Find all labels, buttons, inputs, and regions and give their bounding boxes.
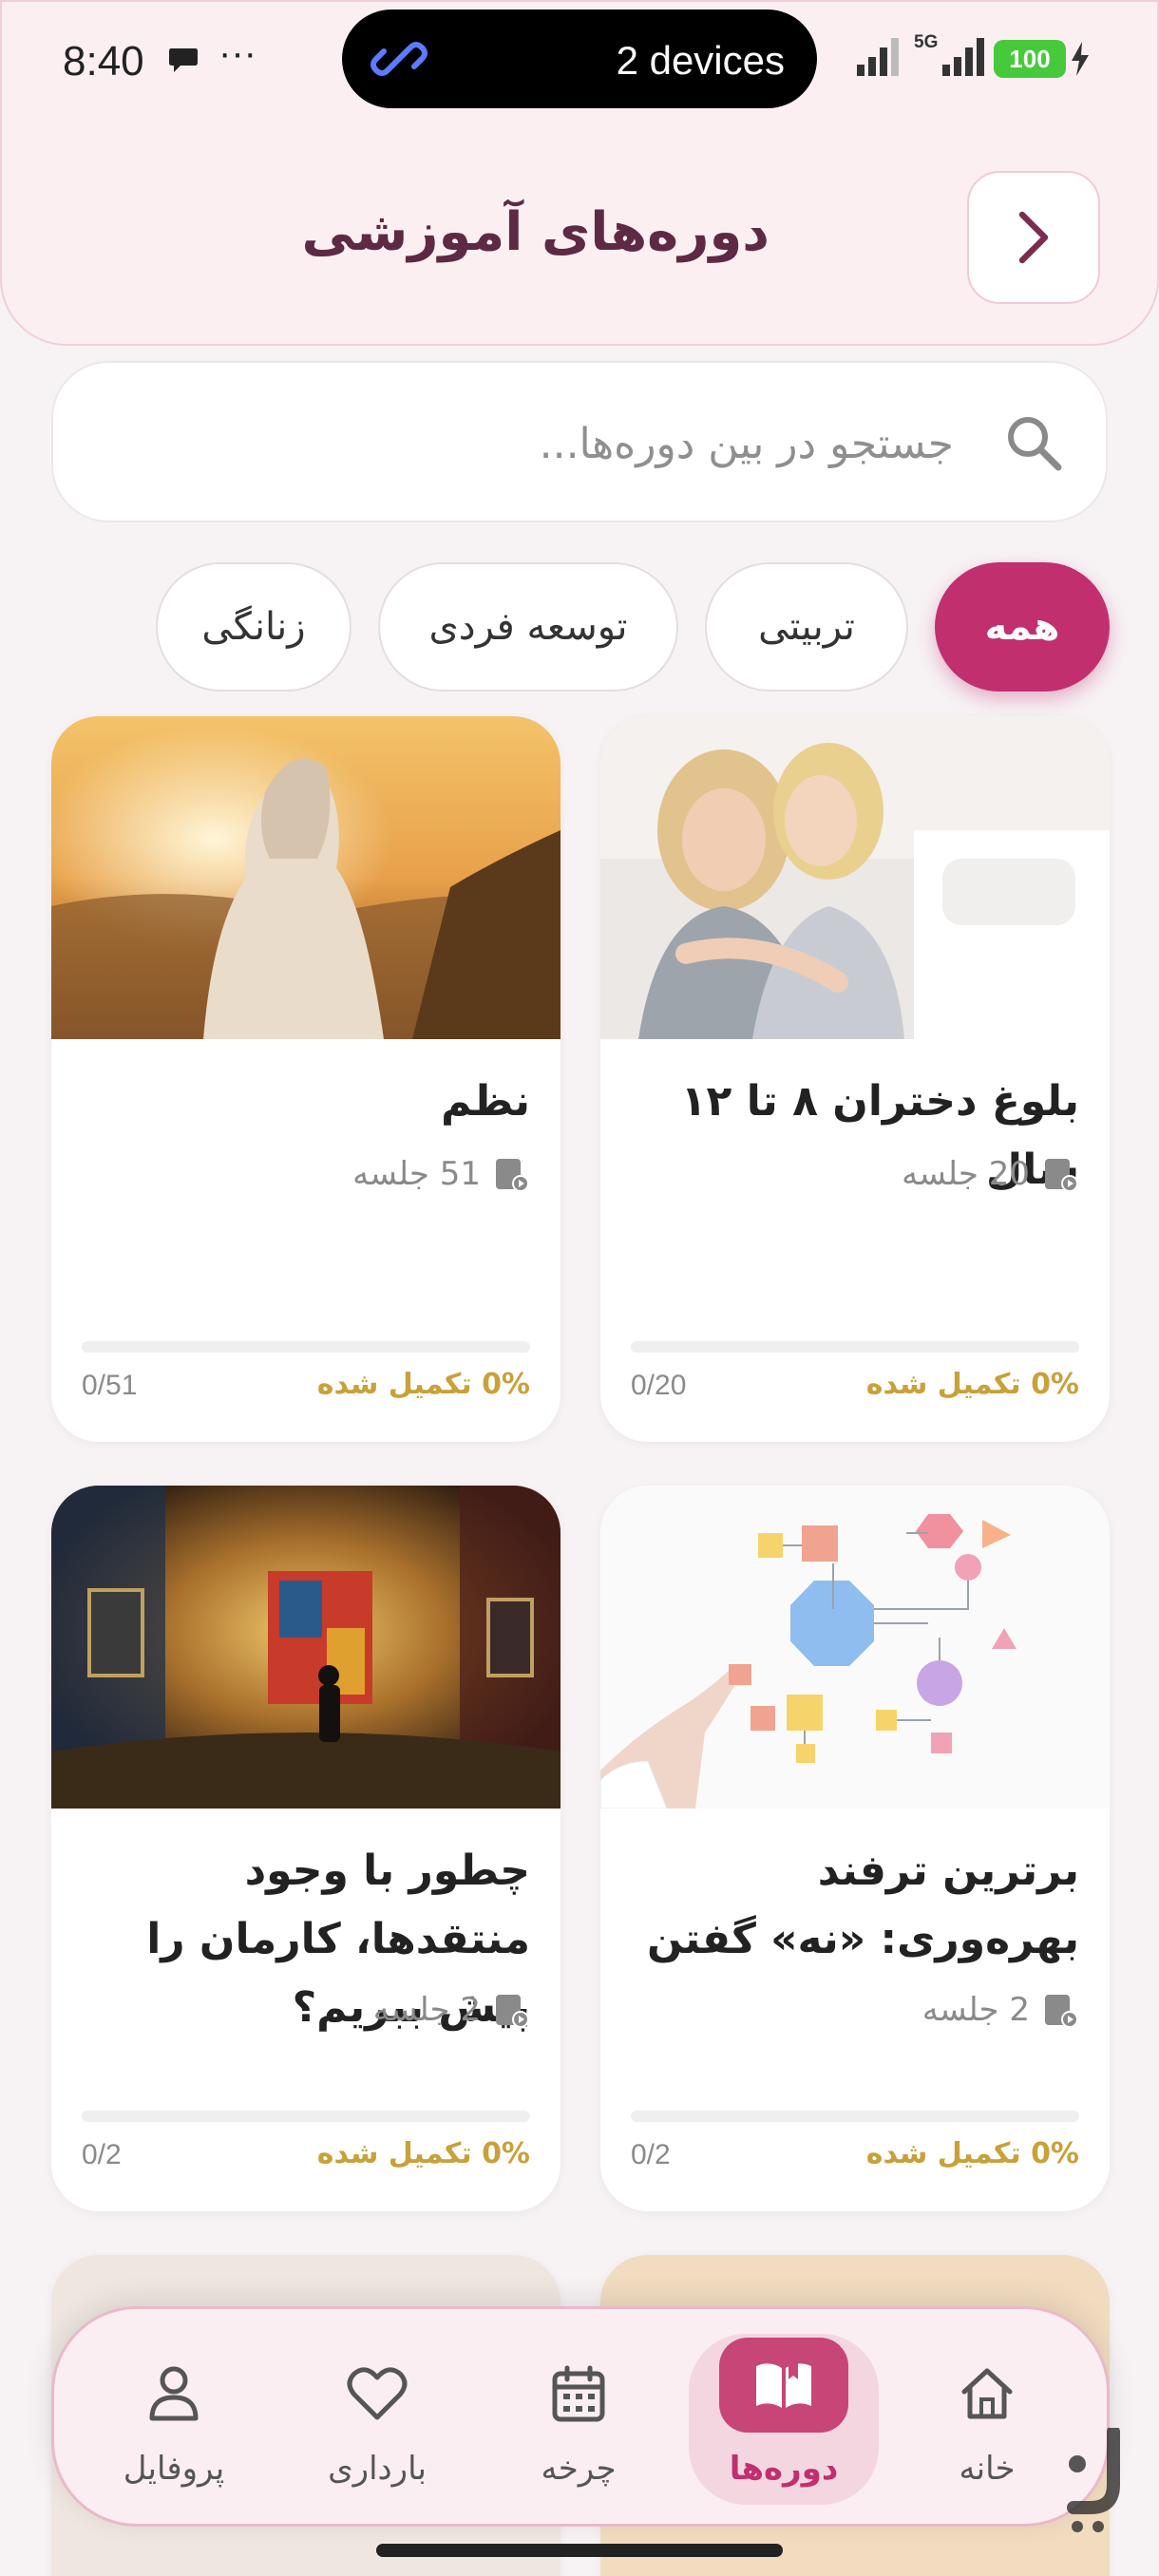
course-card[interactable]: نظم 51 جلسه 0% تکمیل شده 0/51 [51,716,560,1442]
device-pill[interactable]: 2 devices [342,9,817,108]
link-icon [370,42,428,76]
course-card[interactable]: چطور با وجود منتقدها، کارمان را پیش ببری… [51,1486,560,2211]
course-title: نظم [441,1077,530,1126]
nav-home[interactable]: خانه [892,2309,1082,2529]
course-thumbnail [600,716,1110,1039]
video-icon [496,1995,529,2028]
bottom-navigation: خانه دوره‌ها چرخه [51,2306,1110,2527]
status-time: 8:40 [63,38,144,85]
progress-bar [631,2111,1079,2122]
course-thumbnail [600,1486,1110,1809]
store-watermark-icon [1067,2428,1120,2532]
session-count-label: 2 جلسه [922,1991,1030,2029]
completion-label: 0% تکمیل شده [316,2137,530,2170]
completion-count: 0/2 [82,2139,122,2170]
search-bar[interactable] [51,361,1108,522]
nav-home-label: خانه [959,2450,1016,2488]
network-type: 5G [914,32,939,52]
session-count: 20 جلسه [902,1155,1079,1193]
chevron-right-icon [1018,211,1049,264]
signal-icon [857,38,899,76]
nav-pregnancy-label: بارداری [328,2450,427,2488]
chip-femininity[interactable]: زنانگی [156,562,352,691]
completion-count: 0/51 [82,1370,138,1401]
nav-courses-label: دوره‌ها [729,2450,839,2488]
search-input[interactable] [213,401,954,486]
session-count: 2 جلسه [922,1991,1079,2029]
session-count-label: 2 جلسه [372,1991,481,2029]
home-indicator[interactable] [376,2544,783,2557]
nav-profile-label: پروفایل [123,2450,225,2488]
progress-bar [631,1341,1079,1353]
heart-icon [347,2367,408,2420]
course-card[interactable]: برترین ترفند بهره‌وری: «نه» گفتن 2 جلسه … [600,1486,1110,2211]
chip-parenting[interactable]: تربیتی [705,562,908,691]
course-title: برترین ترفند بهره‌وری: «نه» گفتن [646,1847,1079,1963]
progress-bar [82,1341,530,1353]
chip-personal-growth[interactable]: توسعه فردی [378,562,678,691]
back-button[interactable] [967,171,1100,304]
nav-courses[interactable]: دوره‌ها [675,2309,892,2529]
course-thumbnail [51,1486,560,1809]
status-bar: 8:40 ··· 2 devices 5G 100 [0,0,1159,123]
calendar-icon [552,2365,605,2422]
session-count-label: 20 جلسه [902,1155,1030,1193]
user-icon [149,2366,199,2421]
home-icon [961,2368,1013,2419]
charging-icon [1072,42,1089,76]
signal-5g-icon [942,38,984,76]
device-count: 2 devices [616,38,785,83]
completion-label: 0% تکمیل شده [865,2137,1079,2170]
nav-cycle-label: چرخه [541,2450,617,2488]
course-card[interactable]: بلوغ دختران ۸ تا ۱۲ سال 20 جلسه 0% تکمیل… [600,716,1110,1442]
completion-count: 0/2 [631,2139,671,2170]
nav-profile[interactable]: پروفایل [79,2309,269,2529]
session-count-label: 51 جلسه [352,1155,481,1193]
completion-label: 0% تکمیل شده [316,1368,530,1401]
search-icon [1008,417,1062,471]
video-icon [1045,1995,1078,2028]
completion-count: 0/20 [631,1370,687,1401]
session-count: 2 جلسه [373,1991,530,2029]
progress-bar [82,2111,530,2122]
message-icon [169,48,198,72]
session-count: 51 جلسه [352,1155,530,1193]
chip-all[interactable]: همه [935,562,1110,691]
battery-indicator: 100 [994,40,1066,78]
page-title: دوره‌های آموزشی [301,201,770,263]
nav-pregnancy[interactable]: بارداری [282,2309,472,2529]
completion-label: 0% تکمیل شده [865,1368,1079,1401]
open-book-icon [756,2362,811,2408]
status-more: ··· [218,32,256,74]
video-icon [496,1159,529,1192]
nav-cycle[interactable]: چرخه [484,2309,674,2529]
video-icon [1045,1159,1078,1192]
course-thumbnail [51,716,560,1039]
